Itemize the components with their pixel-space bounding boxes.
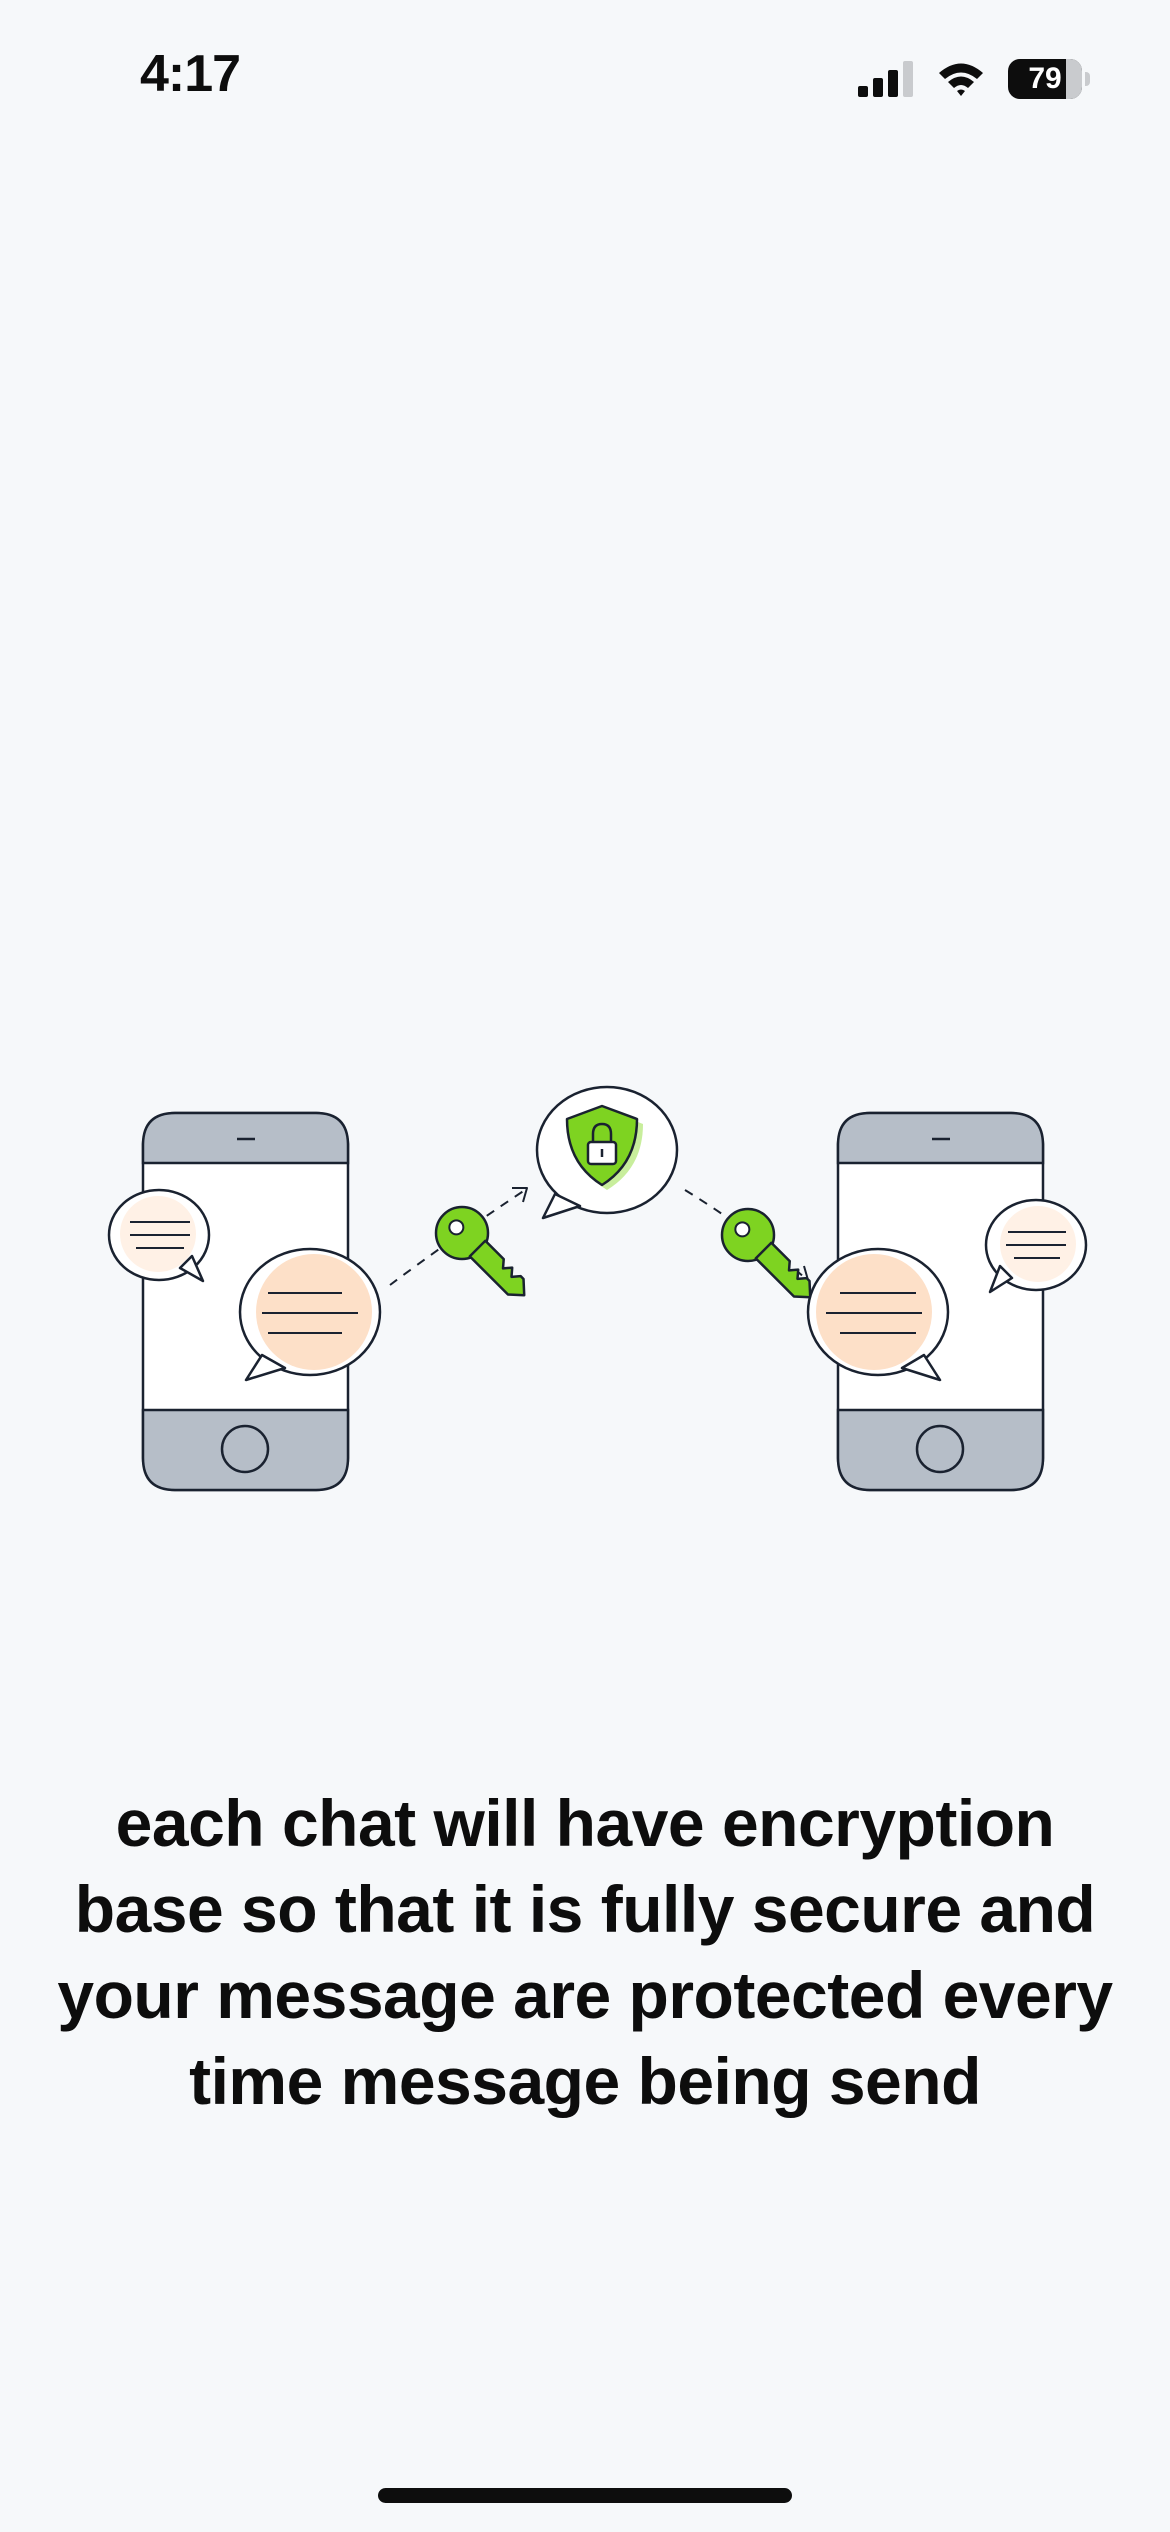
battery-cap: [1085, 72, 1090, 86]
wifi-icon: [939, 63, 983, 96]
status-icons: 79: [858, 56, 1090, 102]
battery-icon: 79: [1008, 59, 1090, 99]
home-indicator[interactable]: [378, 2488, 792, 2503]
cellular-signal-icon: [858, 61, 913, 97]
status-bar: 4:17 79: [0, 0, 1170, 150]
chat-bubble-icon: [238, 1247, 382, 1382]
shield-lock-icon: [535, 1085, 679, 1220]
battery-body: 79: [1008, 59, 1082, 99]
battery-level: 79: [1028, 62, 1062, 95]
chat-bubble-icon: [107, 1188, 211, 1283]
encryption-description: each chat will have encryption base so t…: [57, 1786, 1113, 2118]
encryption-illustration: [107, 1085, 1088, 1492]
status-time: 4:17: [140, 45, 241, 103]
key-icon: [434, 1205, 526, 1297]
chat-bubble-icon: [806, 1247, 950, 1382]
chat-bubble-icon: [984, 1198, 1088, 1294]
